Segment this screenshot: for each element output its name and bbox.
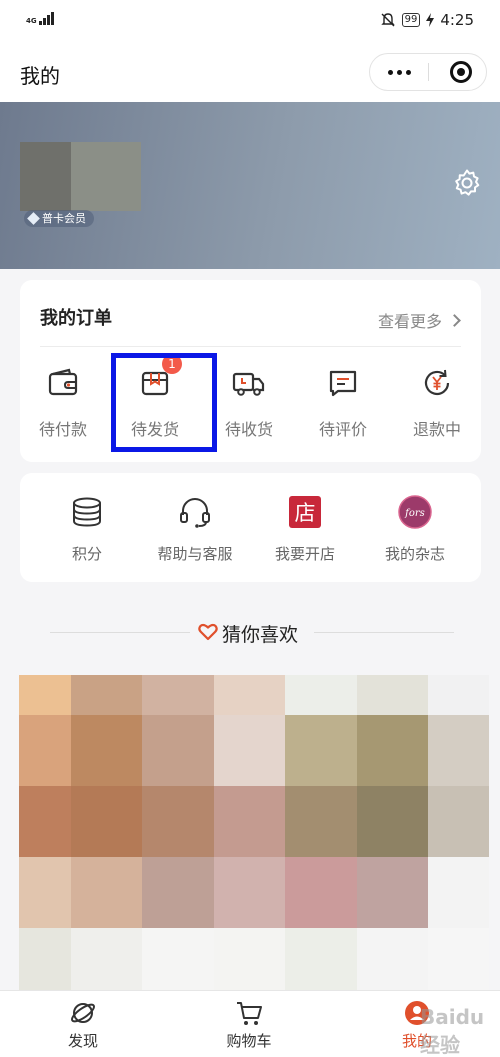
recommend-title: 猜你喜欢: [222, 624, 299, 646]
service-points[interactable]: 积分: [32, 495, 142, 567]
tab-label: 购物车: [226, 1032, 272, 1050]
more-options-button[interactable]: [370, 54, 428, 90]
close-miniprogram-button[interactable]: [450, 61, 472, 83]
service-my-magazine[interactable]: fors 我的杂志: [360, 495, 470, 567]
headset-icon: [180, 498, 210, 528]
capsule-divider: [428, 63, 429, 81]
more-dots-icon: [387, 69, 393, 75]
service-help[interactable]: 帮助与客服: [140, 495, 250, 567]
miniprogram-capsule: [369, 53, 487, 91]
network-type: 4G: [26, 17, 37, 25]
service-label: 我的杂志: [384, 545, 445, 563]
orders-card: 我的订单 查看更多 待付款 1 待发货 待收货 待评价 退款中: [20, 280, 481, 462]
service-label: 我要开店: [274, 545, 335, 563]
magazine-icon-text: fors: [404, 508, 425, 519]
battery-level: 99: [401, 13, 421, 27]
view-more-orders-link[interactable]: 查看更多: [377, 308, 461, 332]
comment-icon: [329, 370, 357, 397]
signal-icon: 4G: [26, 12, 54, 25]
recommend-heading: 猜你喜欢: [0, 616, 500, 648]
orders-title: 我的订单: [40, 308, 112, 329]
order-label: 待评价: [318, 420, 367, 439]
delivery-truck-icon: [232, 372, 265, 396]
avatar[interactable]: [20, 142, 141, 211]
member-badge[interactable]: 普卡会员: [24, 210, 94, 227]
diamond-icon: [27, 212, 40, 225]
chevron-right-icon: [448, 313, 461, 327]
view-more-label: 查看更多: [377, 312, 442, 331]
shop-icon-text: 店: [295, 501, 316, 525]
services-card: 积分 帮助与客服 店 我要开店 fors 我的杂志: [20, 473, 481, 582]
profile-header: 普卡会员: [0, 102, 500, 269]
magazine-icon: fors: [398, 495, 432, 529]
annotation-highlight-box: [111, 353, 217, 452]
divider: [40, 346, 461, 347]
divider: [314, 632, 454, 633]
wallet-icon: [48, 368, 78, 396]
divider: [50, 632, 190, 633]
tab-discover[interactable]: 发现: [23, 991, 143, 1057]
order-refunding[interactable]: 退款中: [392, 366, 482, 446]
order-label: 待收货: [224, 420, 273, 439]
planet-icon: [71, 1003, 95, 1023]
member-badge-label: 普卡会员: [42, 212, 86, 225]
clock: 4:25: [440, 11, 474, 29]
cart-icon: [237, 1002, 262, 1025]
order-label: 待付款: [38, 420, 87, 439]
service-open-shop[interactable]: 店 我要开店: [250, 495, 360, 567]
status-bar: 4G 99 4:25: [0, 0, 500, 42]
shop-icon: 店: [289, 496, 321, 528]
watermark: Baidu 经验: [420, 1005, 485, 1057]
product-grid[interactable]: [19, 675, 489, 997]
order-pending-receipt[interactable]: 待收货: [204, 366, 294, 446]
charging-icon: [426, 13, 435, 27]
heart-icon: [198, 623, 218, 641]
service-label: 积分: [71, 545, 102, 563]
tab-label: 发现: [67, 1032, 98, 1050]
refund-icon: [424, 369, 450, 396]
page-title: 我的: [20, 64, 60, 88]
service-label: 帮助与客服: [157, 545, 233, 563]
mute-bell-icon: [380, 13, 395, 27]
order-pending-review[interactable]: 待评价: [298, 366, 388, 446]
order-label: 退款中: [412, 420, 461, 439]
tab-cart[interactable]: 购物车: [189, 991, 309, 1057]
settings-gear-icon[interactable]: [452, 168, 482, 198]
order-pending-payment[interactable]: 待付款: [18, 366, 108, 446]
coins-stack-icon: [73, 497, 101, 527]
